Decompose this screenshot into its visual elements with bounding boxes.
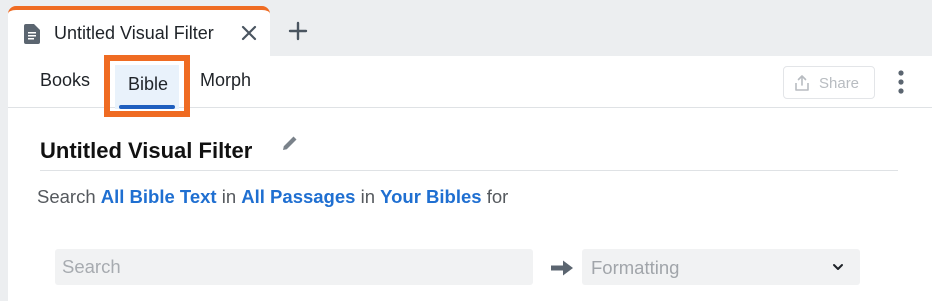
sentence-suffix: for xyxy=(486,186,509,207)
share-label: Share xyxy=(819,75,860,92)
selected-tab-indicator xyxy=(119,105,175,109)
document-icon xyxy=(24,24,40,44)
document-tab[interactable]: Untitled Visual Filter xyxy=(8,6,270,56)
text-scope-link[interactable]: All Bible Text xyxy=(101,186,217,207)
search-input[interactable] xyxy=(55,249,533,285)
share-icon xyxy=(795,75,809,91)
formatting-dropdown[interactable]: Formatting xyxy=(582,249,860,285)
subtab-bar: Books Bible Morph Share xyxy=(8,55,932,117)
tab-bible-highlight[interactable]: Bible xyxy=(104,55,190,117)
filter-panel: Books Bible Morph Share Untitled Visual … xyxy=(8,55,932,301)
plus-icon[interactable] xyxy=(287,20,309,42)
tab-books[interactable]: Books xyxy=(40,70,90,91)
pencil-icon[interactable] xyxy=(280,133,300,153)
sentence-in-1: in xyxy=(221,186,237,207)
bible-scope-link[interactable]: Your Bibles xyxy=(380,186,481,207)
tab-morph[interactable]: Morph xyxy=(200,70,251,91)
share-button[interactable]: Share xyxy=(783,66,875,99)
tab-bible[interactable]: Bible xyxy=(115,65,179,109)
tab-strip: Untitled Visual Filter xyxy=(0,0,932,56)
title-divider xyxy=(40,170,898,171)
close-icon[interactable] xyxy=(240,24,258,42)
passage-scope-link[interactable]: All Passages xyxy=(241,186,355,207)
sentence-in-2: in xyxy=(360,186,375,207)
tab-bible-label: Bible xyxy=(128,74,169,94)
page-title: Untitled Visual Filter xyxy=(40,138,253,163)
document-tab-title: Untitled Visual Filter xyxy=(54,23,214,43)
sentence-prefix: Search xyxy=(37,186,96,207)
chevron-down-icon xyxy=(833,264,843,270)
search-scope-sentence: Search All Bible Text in All Passages in… xyxy=(37,186,508,208)
more-vertical-icon[interactable] xyxy=(894,69,908,95)
arrow-right-icon xyxy=(551,260,573,276)
formatting-selected-value: Formatting xyxy=(591,257,680,278)
